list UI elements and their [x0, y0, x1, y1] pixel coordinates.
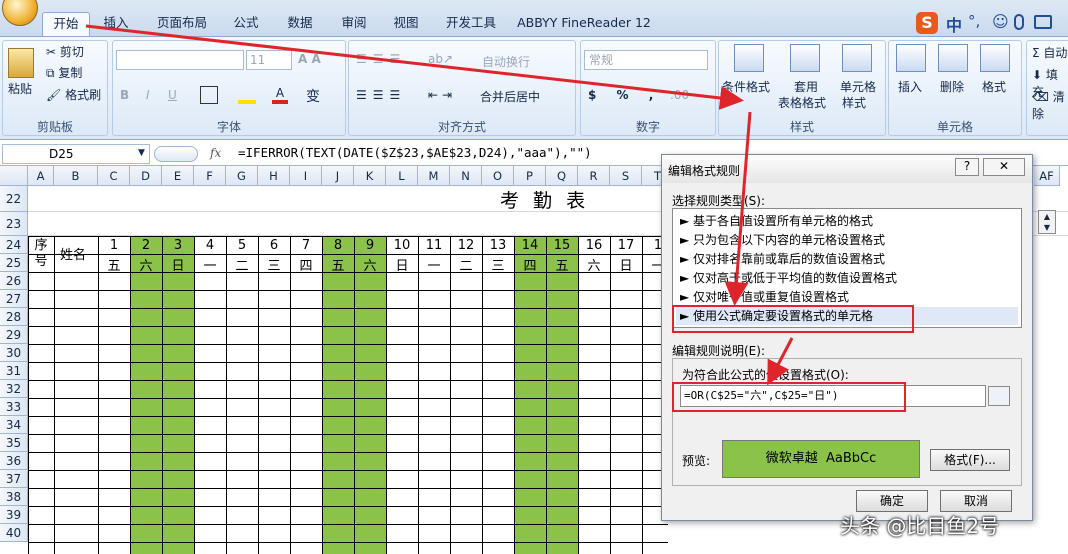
watermark: 头条 @比目鱼2号: [840, 514, 1000, 538]
arrow-condformat-to-rule: [724, 111, 752, 306]
spinner-control[interactable]: ▲ ▼: [1038, 210, 1056, 234]
arrow-tab-to-condformat: [85, 24, 744, 110]
arrow-rule-to-formula: [767, 337, 794, 386]
annotation-arrows: [85, 24, 794, 386]
